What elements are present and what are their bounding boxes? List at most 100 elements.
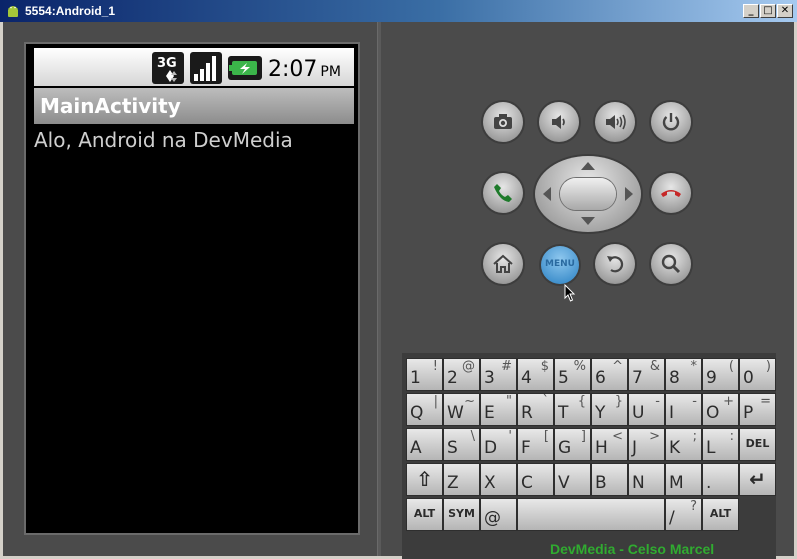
key-r[interactable]: R ` — [517, 393, 554, 426]
key-c[interactable]: C — [517, 463, 554, 496]
key-i[interactable]: I- — [665, 393, 702, 426]
status-clock: 2:07 PM — [268, 57, 341, 82]
volume-up-button[interactable] — [595, 102, 635, 142]
key-j[interactable]: J > — [628, 428, 665, 461]
key-label: V — [558, 473, 570, 493]
key-label: F — [521, 438, 531, 458]
key-h[interactable]: H < — [591, 428, 628, 461]
key-label: ↵ — [749, 467, 766, 491]
dpad-down-arrow[interactable] — [581, 217, 595, 225]
android-app-icon — [8, 6, 18, 17]
call-button[interactable] — [483, 173, 523, 213]
dpad[interactable] — [535, 156, 641, 232]
key-k[interactable]: K; — [665, 428, 702, 461]
key-b[interactable]: B — [591, 463, 628, 496]
key-slash[interactable]: /? — [665, 498, 702, 531]
key-at[interactable]: @ — [480, 498, 517, 531]
power-button[interactable] — [651, 102, 691, 142]
key-a[interactable]: A — [406, 428, 443, 461]
camera-button[interactable] — [483, 102, 523, 142]
key-alt-left[interactable]: ALT — [406, 498, 443, 531]
key-space[interactable] — [517, 498, 665, 531]
key-7[interactable]: 7 & — [628, 358, 665, 391]
signal-strength-icon — [190, 52, 222, 84]
key-delete[interactable]: DEL — [739, 428, 776, 461]
clock-time: 2:07 — [268, 57, 318, 82]
key-5[interactable]: 5% — [554, 358, 591, 391]
key-alt-label: | — [433, 394, 438, 409]
3g-network-icon: 3G — [152, 52, 184, 84]
key-t[interactable]: T{ — [554, 393, 591, 426]
dpad-center-button[interactable] — [560, 178, 616, 210]
mouse-cursor-icon — [564, 284, 576, 302]
volume-down-button[interactable] — [539, 102, 579, 142]
key-alt-label: # — [501, 359, 512, 374]
key-sym[interactable]: SYM — [443, 498, 480, 531]
key-o[interactable]: O + — [702, 393, 739, 426]
key-label: A — [410, 438, 422, 458]
key-9[interactable]: 9( — [702, 358, 739, 391]
key-x[interactable]: X — [480, 463, 517, 496]
dpad-left-arrow[interactable] — [543, 187, 551, 201]
key-label: 8 — [669, 368, 680, 388]
key-label: 5 — [558, 368, 569, 388]
app-title: MainActivity — [40, 94, 181, 118]
key-e[interactable]: E " — [480, 393, 517, 426]
key-alt-label: - — [692, 394, 697, 409]
key-label: 6 — [595, 368, 606, 388]
key-m[interactable]: M — [665, 463, 702, 496]
key-n[interactable]: N — [628, 463, 665, 496]
key-z[interactable]: Z — [443, 463, 480, 496]
minimize-button[interactable]: _ — [743, 4, 759, 18]
key-4[interactable]: 4 $ — [517, 358, 554, 391]
key-label: 7 — [632, 368, 643, 388]
key-alt-right[interactable]: ALT — [702, 498, 739, 531]
key-label: J — [632, 438, 638, 458]
back-button[interactable] — [595, 244, 635, 284]
key-alt-label: { — [577, 394, 586, 409]
key-enter[interactable]: ↵ — [739, 463, 776, 496]
key-label: M — [669, 473, 684, 493]
menu-button[interactable]: MENU — [541, 246, 579, 284]
close-button[interactable]: ✕ — [777, 4, 793, 18]
key-1[interactable]: 1! — [406, 358, 443, 391]
key-8[interactable]: 8 * — [665, 358, 702, 391]
key-label: / — [669, 508, 675, 528]
dpad-right-arrow[interactable] — [625, 187, 633, 201]
key-label: H — [595, 438, 608, 458]
key-q[interactable]: Q | — [406, 393, 443, 426]
end-call-button[interactable] — [651, 173, 691, 213]
home-button[interactable] — [483, 244, 523, 284]
call-icon — [494, 184, 512, 202]
key-f[interactable]: F[ — [517, 428, 554, 461]
back-icon — [607, 256, 624, 273]
key-alt-label: ; — [692, 429, 697, 444]
key-2[interactable]: 2 @ — [443, 358, 480, 391]
end-call-icon — [661, 190, 681, 197]
key-v[interactable]: V — [554, 463, 591, 496]
panel-divider — [377, 22, 381, 556]
key-p[interactable]: P = — [739, 393, 776, 426]
key-g[interactable]: G] — [554, 428, 591, 461]
key-u[interactable]: U- — [628, 393, 665, 426]
key-w[interactable]: W ~ — [443, 393, 480, 426]
key-y[interactable]: Y} — [591, 393, 628, 426]
key-l[interactable]: L: — [702, 428, 739, 461]
key-d[interactable]: D ' — [480, 428, 517, 461]
key-shift[interactable]: ⇧ — [406, 463, 443, 496]
key-alt-label: } — [614, 394, 623, 409]
key-alt-label: ' — [508, 429, 512, 444]
device-screen[interactable]: 3G 2:07 PM MainActivity Alo, Android na … — [24, 42, 360, 535]
key-label: ⇧ — [416, 467, 433, 491]
maximize-button[interactable]: □ — [760, 4, 776, 18]
dpad-up-arrow[interactable] — [581, 162, 595, 170]
key-label: ALT — [709, 507, 732, 520]
search-button[interactable] — [651, 244, 691, 284]
key-label: 4 — [521, 368, 532, 388]
key-3[interactable]: 3 # — [480, 358, 517, 391]
key-6[interactable]: 6 ^ — [591, 358, 628, 391]
key-s[interactable]: S \ — [443, 428, 480, 461]
key-period[interactable]: . — [702, 463, 739, 496]
key-0[interactable]: 0) — [739, 358, 776, 391]
key-alt-label: > — [649, 429, 660, 444]
